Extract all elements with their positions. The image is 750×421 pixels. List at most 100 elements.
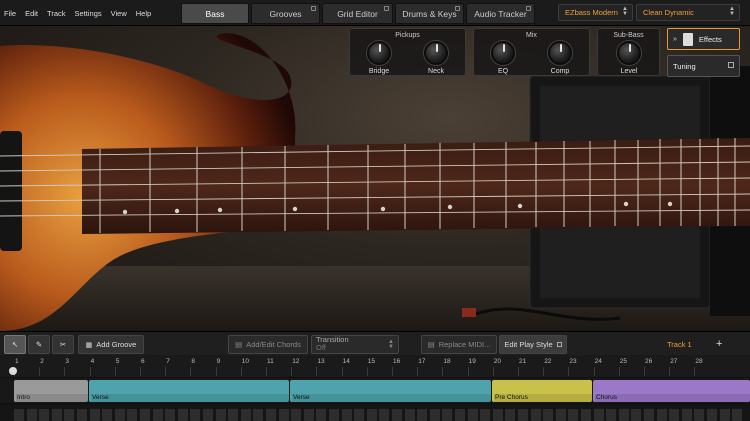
lane-cell xyxy=(480,409,491,421)
menu-edit[interactable]: Edit xyxy=(25,9,38,18)
pencil-icon: ✎ xyxy=(35,340,43,349)
bar-line xyxy=(669,367,671,376)
lane-cell xyxy=(392,409,402,421)
song-part-label: Intro xyxy=(16,394,88,402)
scissors-tool-button[interactable]: ✂ xyxy=(52,335,74,354)
pointer-icon: ↖ xyxy=(11,340,19,349)
song-part-verse[interactable]: Verse xyxy=(290,380,491,402)
song-parts-track: Intro Verse Verse Pre Chorus Chorus xyxy=(0,378,750,403)
lane-cell xyxy=(329,409,339,421)
bar-number: 14 xyxy=(342,358,350,365)
bar-number: 17 xyxy=(418,358,426,365)
song-part-label: Pre Chorus xyxy=(494,394,592,402)
neck-knob[interactable] xyxy=(424,41,448,65)
tab-bass[interactable]: Bass xyxy=(181,3,249,24)
track-name[interactable]: Track 1 xyxy=(667,340,692,349)
menu-view[interactable]: View xyxy=(111,9,127,18)
timeline-ruler[interactable]: 1 2 3 4 5 6 7 8 9 10 11 12 13 14 15 16 17 18 19 20 21 22 23 24 2… xyxy=(0,355,750,377)
select-arrows-icon: ▲ ▼ xyxy=(729,6,735,17)
tuning-button[interactable]: Tuning xyxy=(667,55,740,77)
eq-knob-label: EQ xyxy=(497,68,509,75)
comp-knob[interactable] xyxy=(548,41,572,65)
menu-file[interactable]: File xyxy=(4,9,16,18)
add-edit-chords-button[interactable]: ▤ Add/Edit Chords xyxy=(228,335,308,354)
bar-line xyxy=(89,367,91,376)
replace-midi-button[interactable]: ▤ Replace MIDI... xyxy=(421,335,497,354)
mix-title: Mix xyxy=(526,32,537,39)
lane-cell xyxy=(228,409,239,421)
song-part-verse[interactable]: Verse xyxy=(89,380,289,402)
bar-line xyxy=(366,367,368,376)
lane-cell xyxy=(316,409,327,421)
pop-out-icon[interactable] xyxy=(384,6,389,11)
playhead[interactable] xyxy=(9,367,17,375)
menu-settings[interactable]: Settings xyxy=(75,9,102,18)
bar-number: 21 xyxy=(519,358,527,365)
pop-out-icon xyxy=(556,342,562,347)
bar-number: 20 xyxy=(493,358,502,365)
transition-select[interactable]: Transition Off ▲ ▼ xyxy=(311,335,399,354)
lane-cell xyxy=(518,409,528,421)
select-tool-button[interactable]: ↖ xyxy=(4,335,26,354)
edit-play-style-button[interactable]: Edit Play Style xyxy=(499,335,567,354)
lane-cell xyxy=(266,409,276,421)
bar-number: 2 xyxy=(40,358,44,365)
lane-cell xyxy=(51,409,62,421)
lane-cell xyxy=(127,409,138,421)
effects-button[interactable]: » Effects xyxy=(667,28,740,50)
bar-line xyxy=(392,367,393,376)
lane-cell xyxy=(303,409,314,421)
bar-line xyxy=(543,367,545,376)
bar-number: 15 xyxy=(367,358,376,365)
eq-knob[interactable] xyxy=(491,41,515,65)
bridge-knob[interactable] xyxy=(367,41,391,65)
pop-out-icon[interactable] xyxy=(526,6,531,11)
neck-knob-label: Neck xyxy=(428,68,444,75)
song-part-chorus[interactable]: Chorus xyxy=(593,380,750,402)
bar-number: 6 xyxy=(141,358,145,365)
lane-cell xyxy=(215,409,226,421)
tab-grooves[interactable]: Grooves xyxy=(251,3,320,24)
song-part-label: Verse xyxy=(91,394,289,402)
lane-cell xyxy=(543,409,554,421)
pencil-tool-button[interactable]: ✎ xyxy=(28,335,50,354)
bar-number: 22 xyxy=(544,358,552,365)
add-groove-button[interactable]: ▦ Add Groove xyxy=(78,335,144,354)
bar-line xyxy=(492,367,494,376)
bar-number: 8 xyxy=(191,358,196,365)
mix-panel: Mix EQ Comp xyxy=(473,28,590,76)
tab-drums-keys[interactable]: Drums & Keys xyxy=(395,3,464,24)
lane-cell xyxy=(593,409,604,421)
menu-help[interactable]: Help xyxy=(136,9,151,18)
lane-cell xyxy=(89,409,100,421)
tab-audio-tracker[interactable]: Audio Tracker xyxy=(466,3,535,24)
lane-cell xyxy=(417,409,428,421)
lane-cell xyxy=(455,409,465,421)
lane-cell xyxy=(581,409,591,421)
bass-track-lane[interactable] xyxy=(0,405,750,421)
pop-out-icon[interactable] xyxy=(455,6,460,11)
tab-drums-keys-label: Drums & Keys xyxy=(402,8,457,19)
pedal-icon xyxy=(682,32,693,46)
sub-bass-panel: Sub-Bass Level xyxy=(597,28,660,76)
pop-out-icon[interactable] xyxy=(311,6,316,11)
menu-track[interactable]: Track xyxy=(47,9,65,18)
lane-cell xyxy=(203,409,213,421)
bar-line xyxy=(417,367,419,376)
sub-bass-level-knob[interactable] xyxy=(617,41,641,65)
bar-line xyxy=(341,367,343,376)
tab-grid-editor[interactable]: Grid Editor xyxy=(322,3,393,24)
select-arrows-icon: ▲ ▼ xyxy=(622,6,628,17)
preset-select[interactable]: Clean Dynamic ▲ ▼ xyxy=(636,4,740,21)
bar-line xyxy=(568,367,570,376)
bar-line xyxy=(39,367,41,376)
add-track-button[interactable]: + xyxy=(716,338,722,350)
bridge-knob-label: Bridge xyxy=(368,68,390,75)
instrument-select[interactable]: EZbass Modern ▲ ▼ xyxy=(558,4,633,21)
song-part-pre-chorus[interactable]: Pre Chorus xyxy=(492,380,592,402)
bar-number: 9 xyxy=(216,358,221,365)
lane-cell xyxy=(102,409,113,421)
lane-cell xyxy=(442,409,453,421)
song-part-intro[interactable]: Intro xyxy=(14,380,88,402)
lane-cell xyxy=(568,409,579,421)
